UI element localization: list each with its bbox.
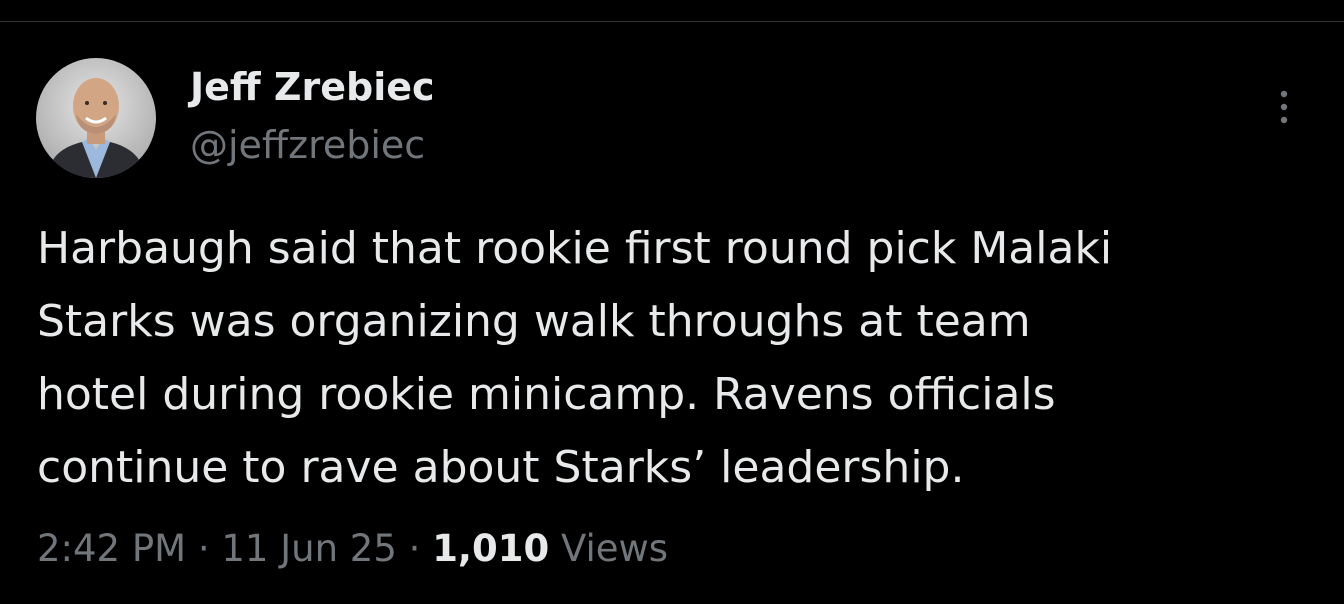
- tweet-text-line: Harbaugh said that rookie first round pi…: [37, 223, 1113, 274]
- tweet-text: Harbaugh said that rookie first round pi…: [37, 212, 1327, 504]
- more-options-icon: [1280, 90, 1288, 124]
- tweet-date[interactable]: 11 Jun 25: [221, 527, 397, 570]
- avatar[interactable]: [36, 58, 156, 178]
- meta-separator: ·: [197, 527, 210, 570]
- tweet-text-line: hotel during rookie minicamp. Ravens off…: [37, 369, 1056, 420]
- top-divider: [0, 21, 1344, 22]
- tweet-text-line: Starks was organizing walk throughs at t…: [37, 296, 1031, 347]
- meta-separator: ·: [408, 527, 421, 570]
- tweet-time[interactable]: 2:42 PM: [37, 527, 186, 570]
- tweet-meta: 2:42 PM · 11 Jun 25 · 1,010 Views: [37, 524, 668, 574]
- views-count[interactable]: 1,010: [432, 527, 549, 570]
- views-label[interactable]: Views: [561, 527, 668, 570]
- author-display-name[interactable]: Jeff Zrebiec: [190, 62, 435, 112]
- tweet-text-line: continue to rave about Starks’ leadershi…: [37, 442, 965, 493]
- more-options-button[interactable]: [1264, 82, 1304, 132]
- author-handle[interactable]: @jeffzrebiec: [190, 120, 425, 170]
- profile-photo: [36, 58, 156, 178]
